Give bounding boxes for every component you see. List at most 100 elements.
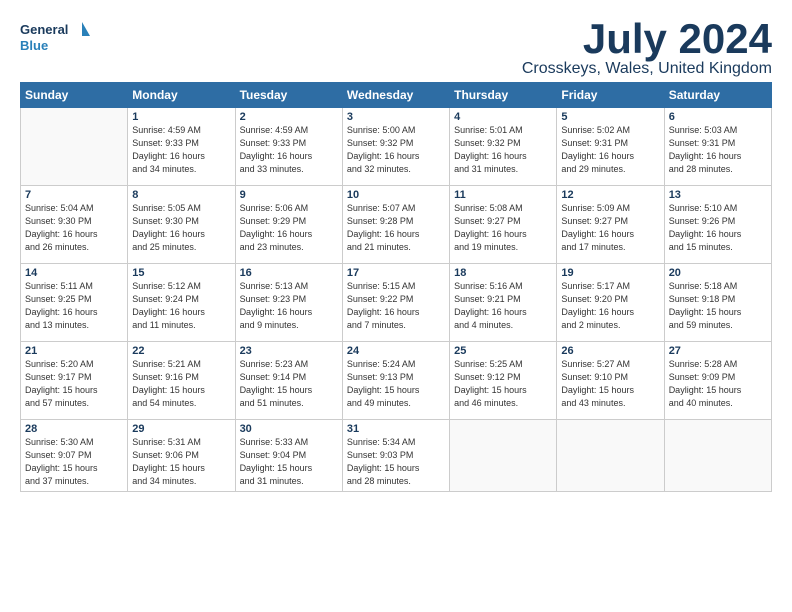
day-number: 31 xyxy=(347,423,445,435)
day-cell: 27Sunrise: 5:28 AM Sunset: 9:09 PM Dayli… xyxy=(664,342,771,420)
day-number: 1 xyxy=(132,111,230,123)
day-cell: 23Sunrise: 5:23 AM Sunset: 9:14 PM Dayli… xyxy=(235,342,342,420)
day-cell: 21Sunrise: 5:20 AM Sunset: 9:17 PM Dayli… xyxy=(21,342,128,420)
week-row-5: 28Sunrise: 5:30 AM Sunset: 9:07 PM Dayli… xyxy=(21,420,772,492)
day-number: 13 xyxy=(669,189,767,201)
day-number: 30 xyxy=(240,423,338,435)
day-info: Sunrise: 5:03 AM Sunset: 9:31 PM Dayligh… xyxy=(669,124,767,176)
day-number: 19 xyxy=(561,267,659,279)
day-cell: 18Sunrise: 5:16 AM Sunset: 9:21 PM Dayli… xyxy=(450,264,557,342)
week-row-1: 1Sunrise: 4:59 AM Sunset: 9:33 PM Daylig… xyxy=(21,108,772,186)
day-cell: 29Sunrise: 5:31 AM Sunset: 9:06 PM Dayli… xyxy=(128,420,235,492)
svg-text:General: General xyxy=(20,22,68,37)
day-cell: 15Sunrise: 5:12 AM Sunset: 9:24 PM Dayli… xyxy=(128,264,235,342)
day-info: Sunrise: 5:15 AM Sunset: 9:22 PM Dayligh… xyxy=(347,280,445,332)
day-info: Sunrise: 5:13 AM Sunset: 9:23 PM Dayligh… xyxy=(240,280,338,332)
logo-svg: General Blue xyxy=(20,18,90,56)
day-cell: 2Sunrise: 4:59 AM Sunset: 9:33 PM Daylig… xyxy=(235,108,342,186)
day-cell: 14Sunrise: 5:11 AM Sunset: 9:25 PM Dayli… xyxy=(21,264,128,342)
day-info: Sunrise: 5:06 AM Sunset: 9:29 PM Dayligh… xyxy=(240,202,338,254)
day-cell: 20Sunrise: 5:18 AM Sunset: 9:18 PM Dayli… xyxy=(664,264,771,342)
day-cell: 9Sunrise: 5:06 AM Sunset: 9:29 PM Daylig… xyxy=(235,186,342,264)
day-number: 14 xyxy=(25,267,123,279)
day-cell: 11Sunrise: 5:08 AM Sunset: 9:27 PM Dayli… xyxy=(450,186,557,264)
day-info: Sunrise: 5:23 AM Sunset: 9:14 PM Dayligh… xyxy=(240,358,338,410)
title-area: July 2024 Crosskeys, Wales, United Kingd… xyxy=(522,18,772,78)
day-number: 28 xyxy=(25,423,123,435)
week-row-4: 21Sunrise: 5:20 AM Sunset: 9:17 PM Dayli… xyxy=(21,342,772,420)
day-cell: 12Sunrise: 5:09 AM Sunset: 9:27 PM Dayli… xyxy=(557,186,664,264)
day-info: Sunrise: 5:12 AM Sunset: 9:24 PM Dayligh… xyxy=(132,280,230,332)
day-number: 15 xyxy=(132,267,230,279)
day-cell: 8Sunrise: 5:05 AM Sunset: 9:30 PM Daylig… xyxy=(128,186,235,264)
day-cell xyxy=(664,420,771,492)
day-cell: 28Sunrise: 5:30 AM Sunset: 9:07 PM Dayli… xyxy=(21,420,128,492)
svg-text:Blue: Blue xyxy=(20,38,48,53)
col-wednesday: Wednesday xyxy=(342,83,449,108)
col-saturday: Saturday xyxy=(664,83,771,108)
col-monday: Monday xyxy=(128,83,235,108)
day-info: Sunrise: 5:09 AM Sunset: 9:27 PM Dayligh… xyxy=(561,202,659,254)
day-cell: 30Sunrise: 5:33 AM Sunset: 9:04 PM Dayli… xyxy=(235,420,342,492)
day-cell xyxy=(450,420,557,492)
day-number: 20 xyxy=(669,267,767,279)
day-number: 16 xyxy=(240,267,338,279)
day-number: 25 xyxy=(454,345,552,357)
day-number: 29 xyxy=(132,423,230,435)
day-info: Sunrise: 5:31 AM Sunset: 9:06 PM Dayligh… xyxy=(132,436,230,488)
day-info: Sunrise: 5:33 AM Sunset: 9:04 PM Dayligh… xyxy=(240,436,338,488)
day-info: Sunrise: 5:17 AM Sunset: 9:20 PM Dayligh… xyxy=(561,280,659,332)
day-number: 9 xyxy=(240,189,338,201)
col-sunday: Sunday xyxy=(21,83,128,108)
day-cell: 3Sunrise: 5:00 AM Sunset: 9:32 PM Daylig… xyxy=(342,108,449,186)
day-info: Sunrise: 5:28 AM Sunset: 9:09 PM Dayligh… xyxy=(669,358,767,410)
day-cell: 13Sunrise: 5:10 AM Sunset: 9:26 PM Dayli… xyxy=(664,186,771,264)
day-number: 22 xyxy=(132,345,230,357)
day-info: Sunrise: 5:24 AM Sunset: 9:13 PM Dayligh… xyxy=(347,358,445,410)
day-number: 17 xyxy=(347,267,445,279)
day-info: Sunrise: 5:02 AM Sunset: 9:31 PM Dayligh… xyxy=(561,124,659,176)
day-number: 12 xyxy=(561,189,659,201)
day-number: 27 xyxy=(669,345,767,357)
day-number: 4 xyxy=(454,111,552,123)
day-cell: 24Sunrise: 5:24 AM Sunset: 9:13 PM Dayli… xyxy=(342,342,449,420)
day-cell xyxy=(21,108,128,186)
day-cell: 25Sunrise: 5:25 AM Sunset: 9:12 PM Dayli… xyxy=(450,342,557,420)
day-number: 6 xyxy=(669,111,767,123)
day-cell: 6Sunrise: 5:03 AM Sunset: 9:31 PM Daylig… xyxy=(664,108,771,186)
day-info: Sunrise: 5:10 AM Sunset: 9:26 PM Dayligh… xyxy=(669,202,767,254)
day-info: Sunrise: 5:08 AM Sunset: 9:27 PM Dayligh… xyxy=(454,202,552,254)
day-info: Sunrise: 5:04 AM Sunset: 9:30 PM Dayligh… xyxy=(25,202,123,254)
day-number: 23 xyxy=(240,345,338,357)
day-cell: 4Sunrise: 5:01 AM Sunset: 9:32 PM Daylig… xyxy=(450,108,557,186)
day-number: 5 xyxy=(561,111,659,123)
day-info: Sunrise: 5:34 AM Sunset: 9:03 PM Dayligh… xyxy=(347,436,445,488)
day-number: 21 xyxy=(25,345,123,357)
day-cell: 31Sunrise: 5:34 AM Sunset: 9:03 PM Dayli… xyxy=(342,420,449,492)
logo: General Blue xyxy=(20,18,90,56)
day-number: 8 xyxy=(132,189,230,201)
day-cell: 16Sunrise: 5:13 AM Sunset: 9:23 PM Dayli… xyxy=(235,264,342,342)
day-info: Sunrise: 5:27 AM Sunset: 9:10 PM Dayligh… xyxy=(561,358,659,410)
day-number: 10 xyxy=(347,189,445,201)
day-cell: 26Sunrise: 5:27 AM Sunset: 9:10 PM Dayli… xyxy=(557,342,664,420)
col-thursday: Thursday xyxy=(450,83,557,108)
day-cell: 7Sunrise: 5:04 AM Sunset: 9:30 PM Daylig… xyxy=(21,186,128,264)
col-tuesday: Tuesday xyxy=(235,83,342,108)
day-cell xyxy=(557,420,664,492)
day-number: 3 xyxy=(347,111,445,123)
day-info: Sunrise: 5:01 AM Sunset: 9:32 PM Dayligh… xyxy=(454,124,552,176)
week-row-3: 14Sunrise: 5:11 AM Sunset: 9:25 PM Dayli… xyxy=(21,264,772,342)
day-info: Sunrise: 5:21 AM Sunset: 9:16 PM Dayligh… xyxy=(132,358,230,410)
calendar-table: Sunday Monday Tuesday Wednesday Thursday… xyxy=(20,82,772,492)
day-cell: 10Sunrise: 5:07 AM Sunset: 9:28 PM Dayli… xyxy=(342,186,449,264)
day-info: Sunrise: 5:05 AM Sunset: 9:30 PM Dayligh… xyxy=(132,202,230,254)
day-info: Sunrise: 5:18 AM Sunset: 9:18 PM Dayligh… xyxy=(669,280,767,332)
day-info: Sunrise: 5:16 AM Sunset: 9:21 PM Dayligh… xyxy=(454,280,552,332)
day-number: 7 xyxy=(25,189,123,201)
day-number: 24 xyxy=(347,345,445,357)
page-header: General Blue July 2024 Crosskeys, Wales,… xyxy=(20,18,772,78)
month-title: July 2024 xyxy=(522,18,772,60)
day-info: Sunrise: 5:11 AM Sunset: 9:25 PM Dayligh… xyxy=(25,280,123,332)
day-info: Sunrise: 5:20 AM Sunset: 9:17 PM Dayligh… xyxy=(25,358,123,410)
